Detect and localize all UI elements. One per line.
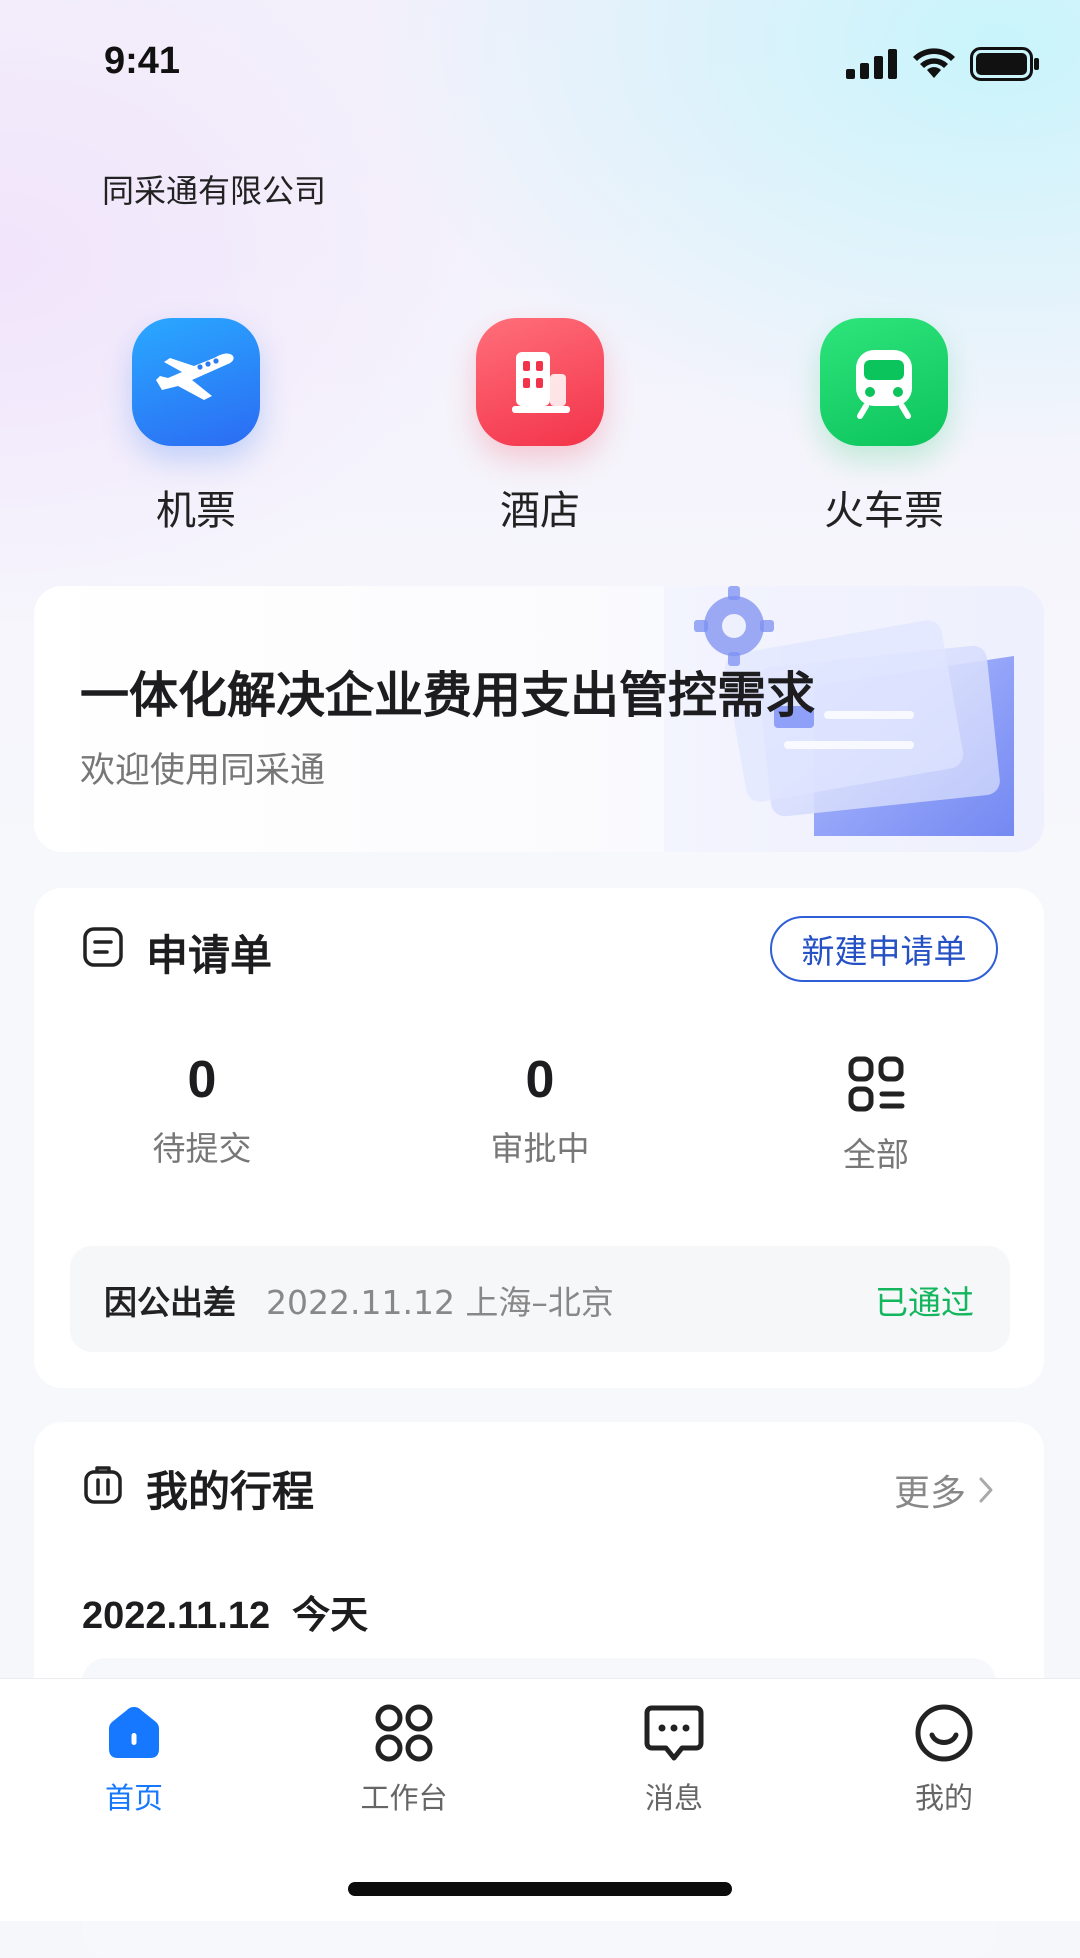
quick-entry-label: 机票 [156,488,236,534]
trip-date: 2022.11.12 [82,1595,271,1637]
tab-label: 工作台 [360,1781,448,1815]
train-icon [820,318,948,446]
trip-day: 今天 [292,1593,369,1637]
trip-date-row: 2022.11.12 今天 [82,1584,368,1639]
tab-label: 我的 [914,1781,973,1815]
home-icon [109,1707,159,1758]
all-applications[interactable]: 全部 [756,1054,996,1176]
signal-icon [846,49,897,79]
grid-workbench-icon [375,1704,433,1762]
trips-title: 我的行程 [146,1467,315,1516]
smile-profile-icon [915,1704,973,1762]
application-detail: 2022.11.12 上海–北京 [266,1283,614,1322]
document-icon [83,927,123,967]
stat-value: 0 [525,1051,555,1109]
more-label: 更多 [893,1473,966,1514]
hotel-building-icon [476,318,604,446]
wifi-icon [913,48,955,78]
tab-home[interactable]: 首页 [34,1703,234,1817]
tab-messages[interactable]: 消息 [574,1703,774,1817]
new-application-button[interactable]: 新建申请单 [770,916,998,982]
banner-subtitle: 欢迎使用同采通 [80,751,326,791]
more-link[interactable]: 更多 [894,1464,994,1516]
stat-label: 审批中 [490,1129,590,1168]
application-list-item[interactable]: 因公出差 2022.11.12 上海–北京 已通过 [70,1246,1010,1352]
chevron-right-icon [979,1477,993,1503]
quick-entry-train[interactable]: 火车票 [784,318,984,536]
stat-under-approval[interactable]: 0 审批中 [420,1050,660,1170]
battery-icon [970,47,1039,81]
company-name[interactable]: 同采通有限公司 [102,166,326,212]
tab-profile[interactable]: 我的 [844,1703,1044,1817]
tab-label: 消息 [644,1781,703,1815]
stat-value: 0 [187,1051,217,1109]
application-type: 因公出差 [104,1283,236,1322]
category-grid-icon [848,1056,905,1112]
quick-entry-label: 火车票 [824,488,944,534]
stat-label: 待提交 [152,1129,252,1168]
tab-label: 首页 [104,1781,163,1815]
message-icon [644,1705,704,1761]
application-title: 申请单 [146,931,273,980]
tab-workbench[interactable]: 工作台 [304,1703,504,1817]
quick-entry-label: 酒店 [500,488,580,534]
promo-banner[interactable]: 一体化解决企业费用支出管控需求 欢迎使用同采通 [34,586,1044,852]
stat-pending-submit[interactable]: 0 待提交 [82,1050,322,1170]
quick-entry-hotel[interactable]: 酒店 [440,318,640,536]
quick-entry-flight[interactable]: 机票 [96,318,296,536]
all-label: 全部 [843,1135,909,1174]
home-indicator [348,1882,732,1896]
status-badge: 已通过 [875,1283,974,1322]
airplane-icon [132,318,260,446]
status-time: 9:41 [104,40,181,82]
luggage-icon [84,1466,122,1504]
banner-title: 一体化解决企业费用支出管控需求 [80,667,816,724]
status-icons [846,44,1040,84]
